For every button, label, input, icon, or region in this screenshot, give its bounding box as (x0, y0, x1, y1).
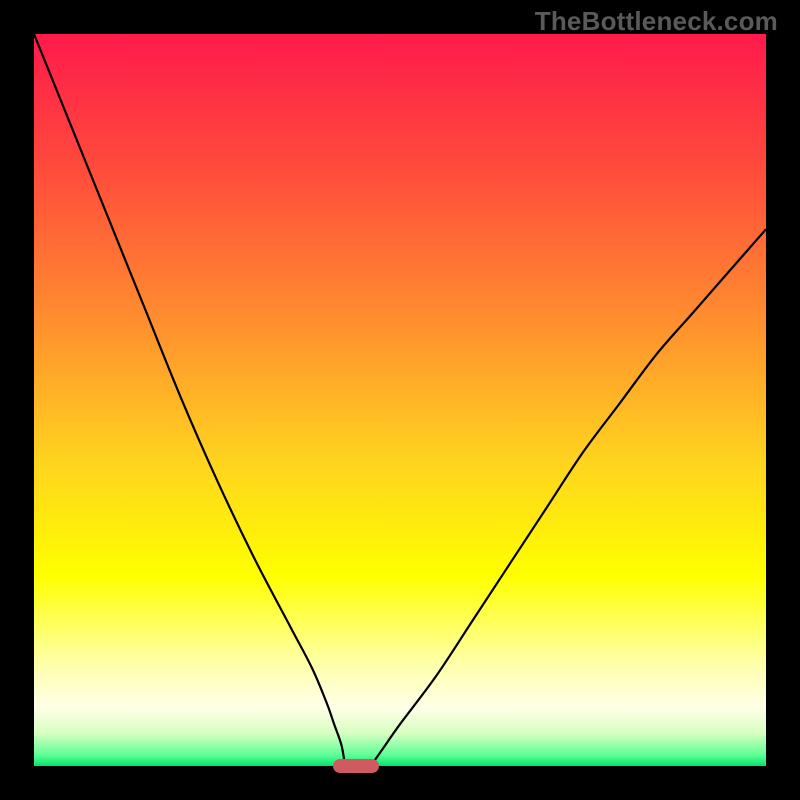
gradient-background (34, 34, 766, 766)
bottleneck-marker (333, 759, 379, 773)
chart-frame: TheBottleneck.com (0, 0, 800, 800)
watermark-text: TheBottleneck.com (535, 6, 778, 37)
chart-plot (34, 34, 766, 766)
